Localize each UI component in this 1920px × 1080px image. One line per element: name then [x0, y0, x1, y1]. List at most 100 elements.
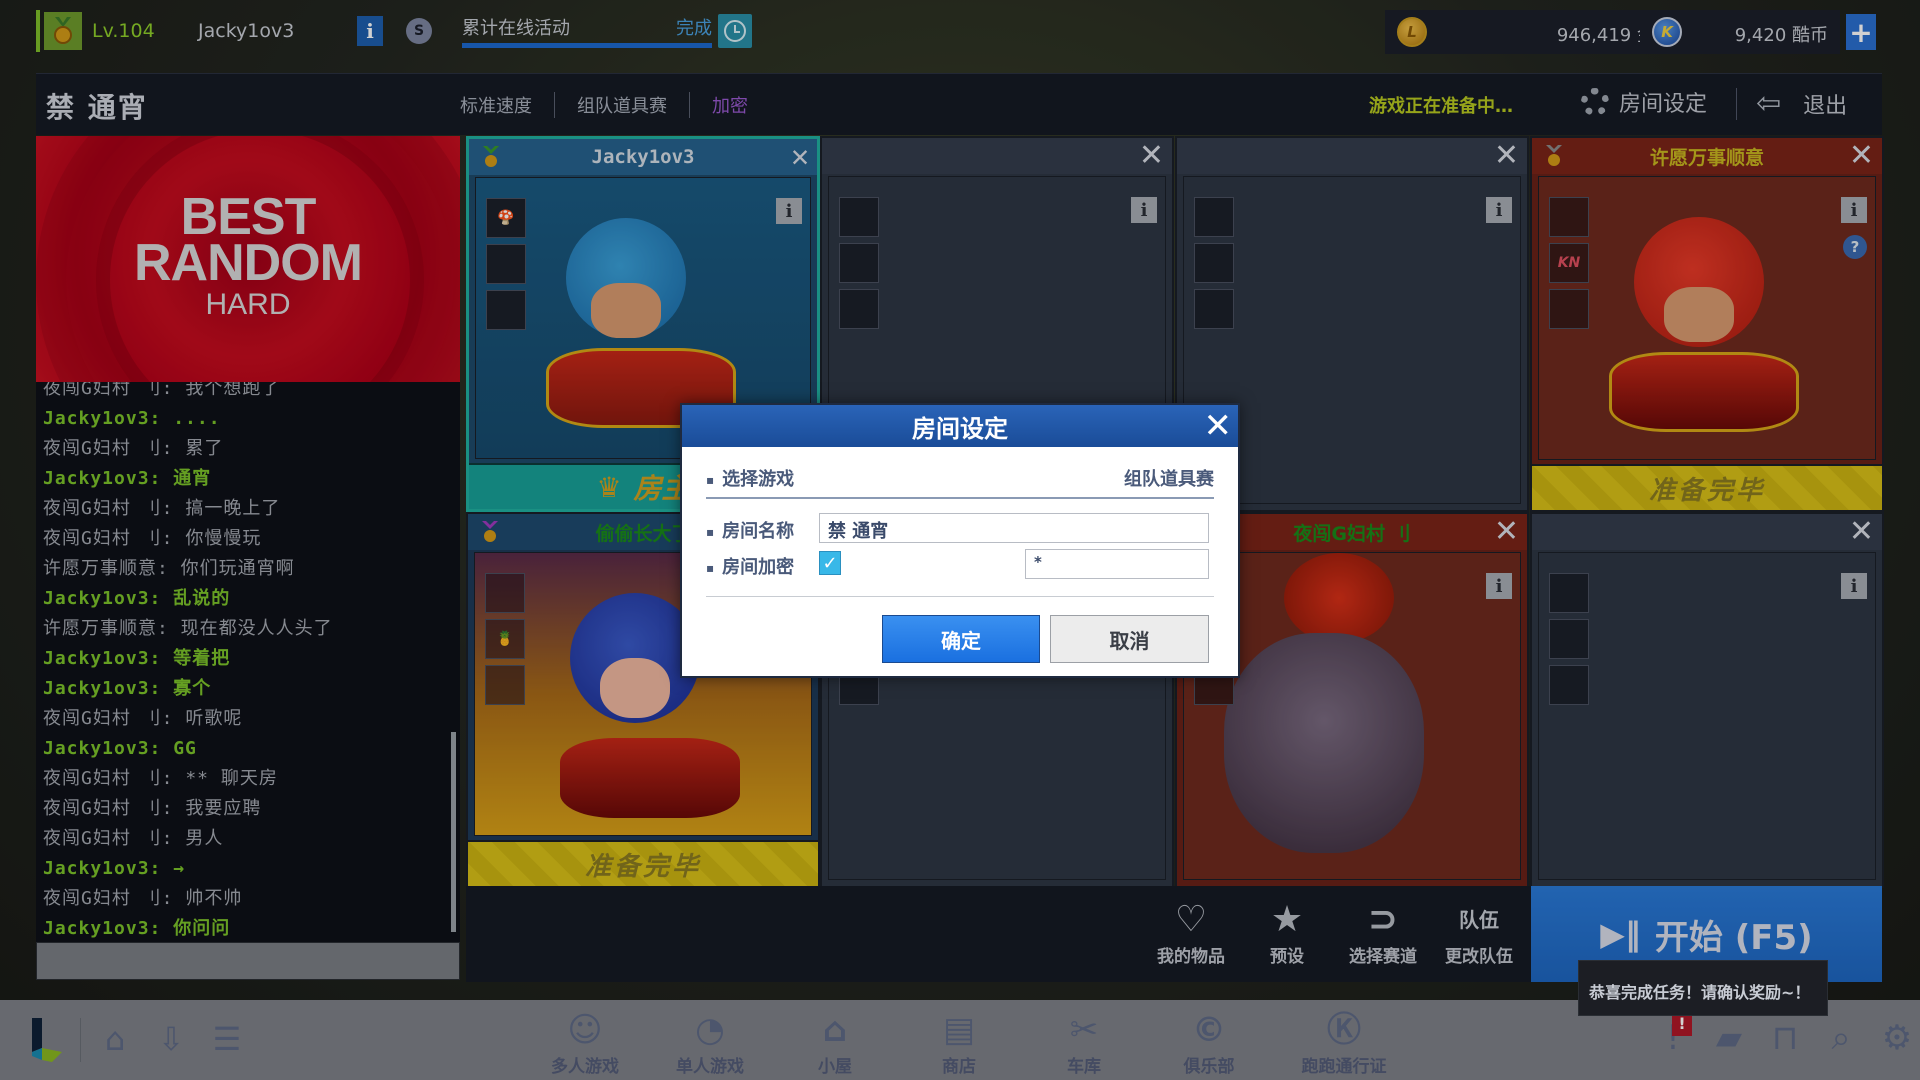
chat-message: Jacky1ov3: ....: [43, 408, 221, 429]
item-slots: [839, 197, 879, 329]
search-icon[interactable]: ⌕: [1820, 1014, 1862, 1062]
item-slot[interactable]: [839, 289, 879, 329]
slot-player-name: 夜闯G妇村 刂: [1293, 522, 1411, 545]
room-action-bar: ♡ 我的物品 ★ 预设 ⊃ 选择赛道 队伍 更改队伍: [466, 886, 1531, 982]
k-coin-icon: K: [1652, 17, 1682, 47]
chat-log[interactable]: 夜闯G妇村 刂: 我个想跑了 Jacky1ov3: .... 夜闯G妇村 刂: 累了…: [36, 382, 460, 942]
item-slot[interactable]: [1194, 243, 1234, 283]
chat-message: 夜闯G妇村 刂: 我个想跑了: [43, 382, 281, 399]
room-name-input[interactable]: 禁 通宵: [819, 513, 1209, 543]
preset-button[interactable]: ★ 预设: [1242, 898, 1332, 967]
nav-house[interactable]: ⌂ 小屋: [780, 1008, 890, 1077]
k-amount: 9,420 酷币: [1734, 25, 1828, 46]
item-slot[interactable]: [485, 665, 525, 705]
gear-icon[interactable]: ⚙: [1876, 1014, 1918, 1062]
close-slot-icon[interactable]: ✕: [1849, 516, 1874, 548]
confirm-button[interactable]: 确定: [882, 615, 1040, 663]
change-team-button[interactable]: 队伍 更改队伍: [1434, 898, 1524, 967]
medal-icon: [44, 12, 82, 50]
shop-icon: ▤: [942, 1010, 976, 1050]
slot-header: ✕: [822, 138, 1172, 174]
close-slot-icon[interactable]: ✕: [791, 141, 809, 173]
notification-icon[interactable]: !!: [1652, 1012, 1694, 1062]
track-title: BEST RANDOM: [134, 188, 363, 292]
item-slots: 🍍: [485, 573, 525, 705]
nav-shop[interactable]: ▤ 商店: [904, 1008, 1014, 1077]
home-icon[interactable]: ⌂: [98, 1018, 132, 1060]
track-banner[interactable]: BEST RANDOM HARD: [36, 136, 460, 382]
info-icon[interactable]: i: [1131, 197, 1157, 223]
add-currency-button[interactable]: +: [1846, 14, 1876, 50]
password-input[interactable]: *: [1025, 549, 1209, 579]
download-icon[interactable]: ⇩: [154, 1018, 188, 1060]
exit-button[interactable]: ⇦ 退出: [1756, 86, 1847, 121]
app-logo[interactable]: [22, 1018, 64, 1064]
close-slot-icon[interactable]: ✕: [1494, 140, 1519, 172]
item-slot[interactable]: [839, 197, 879, 237]
player-level-badge: Lv.104: [36, 10, 155, 52]
mailbox-icon[interactable]: ⊓: [1764, 1014, 1806, 1062]
room-settings-button[interactable]: 房间设定: [1581, 86, 1707, 118]
track-icon: ⊃: [1367, 899, 1399, 940]
item-slots: KN: [1549, 197, 1589, 329]
chat-message: 夜闯G妇村 刂: 我要应聘: [43, 798, 262, 819]
item-slot[interactable]: [1194, 289, 1234, 329]
item-slot[interactable]: [486, 290, 526, 330]
chat-scrollbar[interactable]: [451, 732, 456, 932]
info-icon[interactable]: i: [776, 198, 802, 224]
item-slot[interactable]: [1549, 619, 1589, 659]
close-slot-icon[interactable]: ✕: [1139, 140, 1164, 172]
item-slot[interactable]: [839, 243, 879, 283]
online-activity[interactable]: 累计在线活动 完成: [460, 12, 712, 50]
document-icon[interactable]: ☰: [210, 1018, 244, 1060]
item-slot[interactable]: [1194, 197, 1234, 237]
info-icon[interactable]: i: [1486, 573, 1512, 599]
info-icon[interactable]: i: [1841, 197, 1867, 223]
password-checkbox[interactable]: ✓: [819, 551, 841, 575]
clock-icon[interactable]: [718, 14, 752, 48]
mission-toast[interactable]: 恭喜完成任务！请确认奖励~！: [1578, 960, 1828, 1016]
item-slot[interactable]: [1549, 573, 1589, 613]
club-icon: ©: [1192, 1010, 1226, 1050]
player-info-button[interactable]: i: [357, 16, 383, 46]
player-slot-8[interactable]: ✕ i: [1530, 512, 1884, 888]
chat-input[interactable]: [36, 942, 460, 980]
info-icon[interactable]: i: [1486, 197, 1512, 223]
item-slot[interactable]: KN: [1549, 243, 1589, 283]
nav-garage[interactable]: ✂ 车库: [1029, 1008, 1139, 1077]
nav-single-player[interactable]: ◔ 单人游戏: [655, 1008, 765, 1077]
medal-icon: [483, 146, 499, 167]
chat-message: 夜闯G妇村 刂: 你慢慢玩: [43, 528, 262, 549]
close-slot-icon[interactable]: ✕: [1494, 516, 1519, 548]
nav-club[interactable]: © 俱乐部: [1154, 1008, 1264, 1077]
chat-message: 夜闯G妇村 刂: 帅不帅: [43, 888, 243, 909]
item-slot[interactable]: 🍄: [486, 198, 526, 238]
my-items-button[interactable]: ♡ 我的物品: [1146, 898, 1236, 967]
slot-player-name: 许愿万事顺意: [1649, 146, 1764, 169]
nav-pass[interactable]: Ⓚ 跑跑通行证: [1279, 1008, 1409, 1077]
s-badge-icon[interactable]: S: [406, 18, 432, 44]
chat-message: Jacky1ov3: 等着把: [43, 648, 231, 669]
item-slot[interactable]: 🍍: [485, 619, 525, 659]
close-slot-icon[interactable]: ✕: [1849, 140, 1874, 172]
chat-message: 许愿万事顺意: 你们玩通宵啊: [43, 558, 295, 579]
player-slot-4[interactable]: 许愿万事顺意 ✕ KN i ? 准备完毕: [1530, 136, 1884, 512]
close-icon[interactable]: ✕: [1204, 407, 1233, 445]
help-icon[interactable]: ?: [1843, 235, 1867, 259]
item-slot[interactable]: [1549, 289, 1589, 329]
cancel-button[interactable]: 取消: [1050, 615, 1209, 663]
nav-multiplayer[interactable]: ☺ 多人游戏: [530, 1008, 640, 1077]
game-status: 游戏正在准备中…: [1369, 96, 1513, 117]
top-bar: Lv.104 Jacky1ov3 i S 累计在线活动 完成 L 946,419…: [0, 0, 1920, 62]
game-mode-select[interactable]: 组队道具赛: [1124, 465, 1214, 491]
info-icon[interactable]: i: [1841, 573, 1867, 599]
item-slot[interactable]: [1549, 665, 1589, 705]
select-track-button[interactable]: ⊃ 选择赛道: [1338, 898, 1428, 967]
tools-icon: ✂: [1069, 1010, 1099, 1050]
chat-icon[interactable]: ▰: [1708, 1014, 1750, 1062]
player-level: Lv.104: [92, 20, 155, 42]
item-slots: [1194, 197, 1234, 329]
item-slot[interactable]: [1549, 197, 1589, 237]
item-slot[interactable]: [486, 244, 526, 284]
item-slot[interactable]: [485, 573, 525, 613]
